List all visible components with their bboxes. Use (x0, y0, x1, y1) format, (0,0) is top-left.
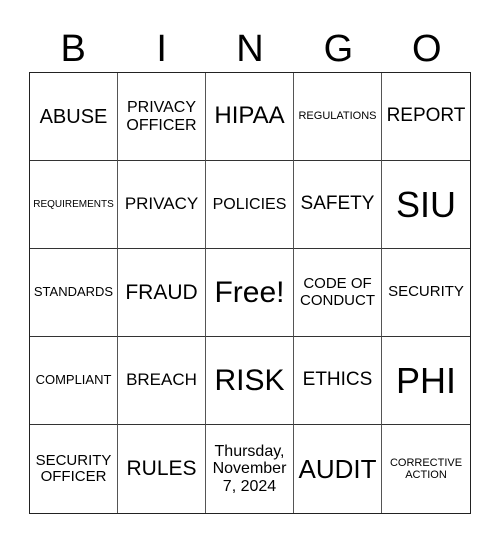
header-letter-n: N (236, 28, 264, 70)
bingo-cell[interactable]: HIPAA (206, 73, 294, 161)
bingo-cell[interactable]: REPORT (382, 73, 470, 161)
cell-text: Thursday, November 7, 2024 (212, 442, 287, 495)
cell-text: BREACH (126, 370, 197, 390)
bingo-cell[interactable]: PRIVACY OFFICER (118, 73, 206, 161)
cell-text: PRIVACY OFFICER (126, 98, 197, 134)
cell-text: PHI (395, 359, 456, 401)
cell-text: SECURITY OFFICER (35, 451, 112, 485)
cell-text: COMPLIANT (35, 372, 112, 388)
bingo-cell[interactable]: SAFETY (294, 161, 382, 249)
bingo-cell[interactable]: STANDARDS (30, 249, 118, 337)
cell-text: REGULATIONS (298, 110, 377, 123)
bingo-cell[interactable]: CORRECTIVE ACTION (382, 425, 470, 513)
cell-text: ETHICS (302, 369, 373, 391)
bingo-header: B I N G O (29, 26, 471, 72)
cell-text: HIPAA (214, 102, 285, 130)
bingo-cell[interactable]: POLICIES (206, 161, 294, 249)
bingo-cell[interactable]: PHI (382, 337, 470, 425)
bingo-cell[interactable]: RULES (118, 425, 206, 513)
bingo-cell[interactable]: Thursday, November 7, 2024 (206, 425, 294, 513)
bingo-cell[interactable]: SIU (382, 161, 470, 249)
cell-text: PRIVACY (124, 194, 199, 214)
cell-text: CORRECTIVE ACTION (389, 456, 463, 481)
free-space-cell[interactable]: Free! (206, 249, 294, 337)
bingo-cell[interactable]: ETHICS (294, 337, 382, 425)
bingo-cell[interactable]: ABUSE (30, 73, 118, 161)
cell-text: REPORT (386, 105, 466, 127)
bingo-cell[interactable]: REGULATIONS (294, 73, 382, 161)
bingo-cell[interactable]: BREACH (118, 337, 206, 425)
bingo-cell[interactable]: REQUIREMENTS (30, 161, 118, 249)
bingo-cell[interactable]: AUDIT (294, 425, 382, 513)
bingo-cell[interactable]: COMPLIANT (30, 337, 118, 425)
header-letter-o: O (412, 28, 442, 70)
cell-text: RISK (214, 364, 285, 397)
cell-text: SECURITY (388, 283, 464, 301)
cell-text: AUDIT (298, 453, 377, 484)
bingo-cell[interactable]: SECURITY OFFICER (30, 425, 118, 513)
cell-text: FRAUD (125, 280, 198, 304)
cell-text: REQUIREMENTS (33, 199, 114, 210)
header-letter-b: B (60, 28, 86, 70)
cell-text: SAFETY (300, 193, 375, 215)
header-letter-g: G (323, 28, 354, 70)
header-letter-i: I (156, 28, 167, 70)
bingo-cell[interactable]: PRIVACY (118, 161, 206, 249)
cell-text: STANDARDS (33, 284, 114, 300)
cell-text: POLICIES (212, 195, 287, 213)
bingo-cell[interactable]: RISK (206, 337, 294, 425)
cell-text: ABUSE (39, 105, 108, 128)
cell-text: SIU (395, 183, 456, 225)
cell-text: CODE OF CONDUCT (300, 275, 375, 309)
bingo-cell[interactable]: CODE OF CONDUCT (294, 249, 382, 337)
cell-text: RULES (126, 457, 197, 481)
bingo-cell[interactable]: SECURITY (382, 249, 470, 337)
bingo-grid: ABUSE PRIVACY OFFICER HIPAA REGULATIONS REPO… (29, 72, 471, 514)
cell-text: Free! (214, 276, 285, 309)
bingo-cell[interactable]: FRAUD (118, 249, 206, 337)
